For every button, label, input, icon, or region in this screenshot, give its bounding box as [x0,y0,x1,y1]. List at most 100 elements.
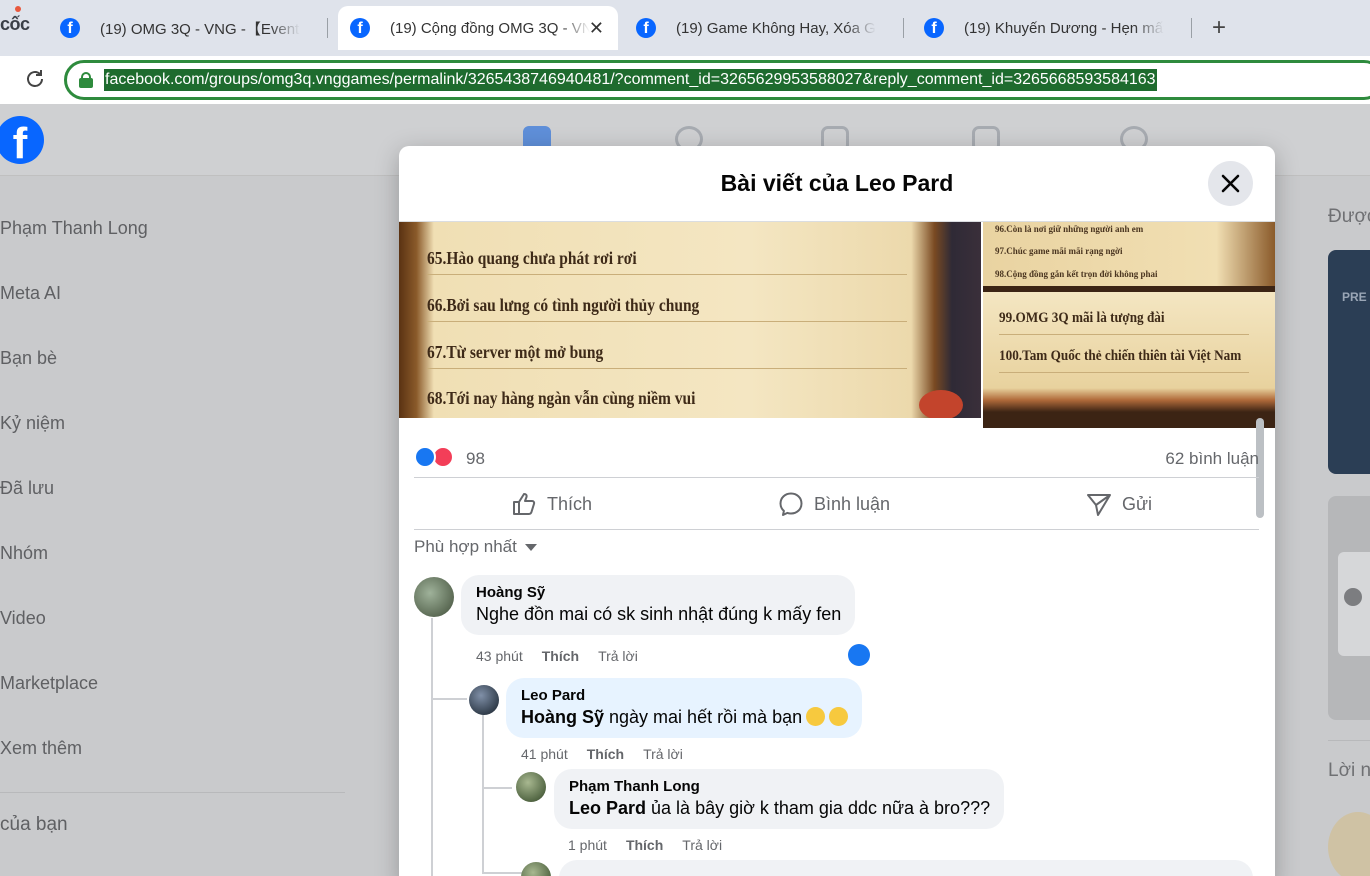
comment-count[interactable]: 62 bình luận [1165,449,1259,469]
comment-meta: 1 phút Thích Trả lời [568,837,741,853]
share-label: Gửi [1122,493,1153,514]
share-button[interactable]: Gửi [1086,478,1152,530]
image-rule [427,321,907,322]
facebook-favicon-icon: f [636,18,656,38]
sidebar-item-friends[interactable]: Bạn bè [0,334,350,399]
sidebar-item-profile[interactable]: Phạm Thanh Long [0,204,350,269]
comment-sort-dropdown[interactable]: Phù hợp nhất [414,537,537,557]
image-rule [999,334,1249,335]
post-image-side[interactable]: 96.Còn là nơi giữ những người anh em 97.… [983,222,1275,428]
comment-meta: 43 phút Thích Trả lời [476,648,657,664]
close-icon [1221,174,1240,193]
thread-connector [484,872,522,874]
address-bar-row: facebook.com/groups/omg3q.vnggames/perma… [0,56,1370,104]
comment-time[interactable]: 1 phút [568,837,607,853]
thread-line [482,714,484,874]
comment-like-link[interactable]: Thích [626,837,663,853]
image-line-large: 100.Tam Quốc thẻ chiến thiên tài Việt Na… [999,348,1242,364]
image-line-large: 99.OMG 3Q mãi là tượng đài [999,310,1165,326]
sponsored-ad-card[interactable] [1328,496,1370,720]
avatar[interactable] [521,862,551,876]
tab-title: (19) Khuyến Dương - Hẹn mấy đứa [964,19,1164,37]
reload-icon[interactable] [24,68,46,90]
comment-reply-link[interactable]: Trả lời [598,648,638,664]
sidebar-item-groups[interactable]: Nhóm [0,529,350,594]
comment-button[interactable]: Bình luận [778,478,890,530]
tab-separator [1191,18,1192,38]
post-stats: 98 62 bình luận [414,436,1259,478]
thread-connector [484,787,512,789]
tab-title: (19) Game Không Hay, Xóa Group [676,19,876,37]
sidebar-item-memories[interactable]: Kỷ niệm [0,399,350,464]
shortcuts-heading: của bạn [0,814,68,835]
tab-khuyen-duong[interactable]: f (19) Khuyến Dương - Hẹn mấy đứa [912,6,1192,50]
reply-bubble: Phạm Thanh Long Leo Pard ủa là bây giờ k… [554,769,1005,829]
sidebar-item-saved[interactable]: Đã lưu [0,464,350,529]
comment-like-link[interactable]: Thích [587,746,624,762]
avatar[interactable] [516,772,546,802]
like-button[interactable]: Thích [511,478,592,530]
comment-reply-link[interactable]: Trả lời [643,746,683,762]
comment-time[interactable]: 43 phút [476,648,523,664]
sponsored-ad-image[interactable]: PRE ĐĂ [1328,250,1370,474]
post-image-main[interactable]: 65.Hào quang chưa phát rơi rơi 66.Bởi sa… [399,222,981,418]
tab-cong-dong-omg3q[interactable]: f (19) Cộng đồng OMG 3Q - VNG ✕ [338,6,618,50]
mention-tag[interactable]: Hoàng Sỹ [521,707,604,727]
comment-author[interactable]: Leo Pard [521,687,848,704]
modal-header: Bài viết của Leo Pard [399,146,1275,222]
tab-omg3q-event[interactable]: f (19) OMG 3Q - VNG -【Event Fan [48,6,328,50]
like-reaction-icon[interactable] [414,446,436,468]
thread-line [431,618,433,876]
post-modal: Bài viết của Leo Pard 65.Hào quang chưa … [399,146,1275,876]
image-rule [999,372,1249,373]
new-tab-button[interactable]: + [1212,14,1226,42]
tab-title: (19) OMG 3Q - VNG -【Event Fan [100,20,300,38]
close-modal-button[interactable] [1208,161,1253,206]
comment-like-link[interactable]: Thích [542,648,579,664]
tab-game-khong-hay[interactable]: f (19) Game Không Hay, Xóa Group [624,6,904,50]
facebook-favicon-icon: f [60,18,80,38]
comment-bubble-icon [779,492,803,516]
image-line: 68.Tới nay hàng ngàn vẫn cùng niềm vui [427,388,696,408]
image-ornament [919,390,963,418]
sidebar-item-video[interactable]: Video [0,594,350,659]
comment-text: ủa là bây giờ k tham gia ddc nữa à bro??… [646,798,991,818]
post-image[interactable]: 65.Hào quang chưa phát rơi rơi 66.Bởi sa… [399,222,1275,518]
ad-text: PRE ĐĂ [1342,290,1370,304]
reply-input-bubble[interactable] [559,860,1253,876]
tab-separator [327,18,328,38]
comment-reply-link[interactable]: Trả lời [682,837,722,853]
browser-brand-text: cốc [0,14,30,34]
sidebar-item-see-more[interactable]: Xem thêm [0,724,350,789]
avatar[interactable] [414,577,454,617]
comment-author[interactable]: Hoàng Sỹ [476,584,841,601]
caret-down-icon [524,543,537,551]
url-field[interactable]: facebook.com/groups/omg3q.vnggames/perma… [64,60,1370,100]
close-tab-icon[interactable]: ✕ [589,18,604,39]
sidebar-item-meta-ai[interactable]: Meta AI [0,269,350,334]
image-rule [427,274,907,275]
comment-bubble: Hoàng Sỹ Nghe đồn mai có sk sinh nhật đú… [461,575,856,635]
tab-title: (19) Cộng đồng OMG 3Q - VNG [390,19,590,37]
image-line-small: 98.Cộng đồng gắn kết trọn đời không phai [995,269,1158,279]
check-icon [1344,588,1362,606]
comment-text: ngày mai hết rồi mà bạn [604,707,803,727]
lock-icon[interactable] [79,72,93,88]
image-line: 66.Bởi sau lưng có tình người thủy chung [427,295,700,315]
url-text[interactable]: facebook.com/groups/omg3q.vnggames/perma… [104,69,1157,91]
facebook-logo[interactable]: f [0,116,44,164]
mention-tag[interactable]: Leo Pard [569,798,646,818]
like-reaction-icon[interactable] [848,644,870,666]
reply-bubble: Leo Pard Hoàng Sỹ ngày mai hết rồi mà bạ… [506,678,863,738]
sidebar-item-marketplace[interactable]: Marketplace [0,659,350,724]
right-sidebar: Được PRE ĐĂ Lời n [1310,104,1370,876]
right-divider [1328,740,1370,741]
reaction-count[interactable]: 98 [466,449,485,469]
comment-time[interactable]: 41 phút [521,746,568,762]
image-rule [427,368,907,369]
like-label: Thích [547,493,593,514]
avatar[interactable] [469,685,499,715]
reminder-thumbnail[interactable] [1328,812,1370,876]
grinning-emoji-icon [806,707,826,726]
comment-author[interactable]: Phạm Thanh Long [569,778,990,795]
